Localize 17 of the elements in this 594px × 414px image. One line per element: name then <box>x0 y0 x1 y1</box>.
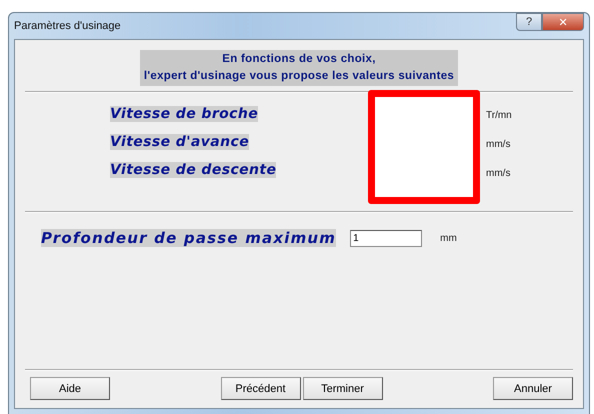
info-text: En fonctions de vos choix, <box>222 52 376 67</box>
depth-input-field[interactable]: 1 <box>350 230 422 246</box>
wizard-button[interactable]: Terminer <box>302 377 382 400</box>
unit-label: mm/s <box>486 168 512 179</box>
help-button[interactable]: Aide <box>30 377 110 400</box>
speed-label: Vitesse de broche <box>110 106 258 122</box>
help-button[interactable]: ? <box>516 13 542 31</box>
wizard-button[interactable]: Précédent <box>220 377 300 400</box>
unit-label: mm <box>440 232 457 244</box>
info-text: l'expert d'usinage vous propose les valeurs suivantes <box>144 69 454 84</box>
depth-label: Profondeur de passe maximum <box>41 229 336 247</box>
speed-label: Vitesse d'avance <box>110 134 250 150</box>
unit-label: Tr/mn <box>486 110 512 121</box>
cancel-button[interactable]: Annuler <box>493 377 573 400</box>
speed-label: Vitesse de descente <box>110 162 276 178</box>
unit-label: mm/s <box>486 139 512 150</box>
window-title: Paramètres d'usinage <box>14 20 121 32</box>
